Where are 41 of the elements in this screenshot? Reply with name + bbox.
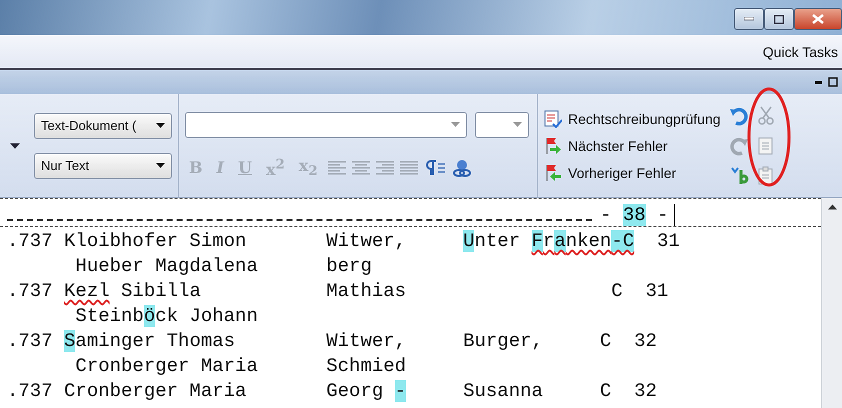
caret-icon (156, 123, 165, 128)
text-line: Steinböck Johann (74, 304, 259, 329)
close-icon (812, 14, 824, 24)
spelling-icon[interactable] (728, 166, 749, 186)
text-mode-dropdown[interactable]: Nur Text (34, 152, 172, 178)
scissors-icon[interactable] (756, 106, 775, 126)
link-icon[interactable] (452, 158, 472, 176)
command-button[interactable]: Rechtschreibungprüfung (544, 110, 721, 128)
text-line: .737 Kezl Sibilla Mathias C 31 (7, 279, 670, 304)
command-button[interactable]: Vorheriger Fehler (544, 164, 721, 182)
caret-icon (451, 122, 460, 128)
maximize-icon (774, 14, 784, 24)
scroll-up-icon[interactable] (828, 204, 836, 210)
redo-icon[interactable] (728, 136, 749, 156)
minimize-icon (744, 17, 754, 21)
text-line: .737 Saminger Thomas Witwer, Burger, C 32 (7, 329, 658, 354)
copy-icon[interactable] (756, 136, 775, 156)
scrollbar[interactable] (821, 198, 842, 408)
caret-icon (513, 122, 522, 128)
page-number: - 38 - (600, 204, 676, 226)
document-check-icon (544, 110, 562, 128)
maximize-icon[interactable] (828, 77, 838, 87)
document-type-dropdown[interactable]: Text-Dokument ( (34, 112, 172, 138)
close-button[interactable] (794, 8, 842, 30)
caret-icon[interactable] (10, 142, 20, 148)
text-line: .737 Kloibhofer Simon Witwer, Unter Franken-C 31 (7, 229, 681, 254)
minimize-button[interactable] (734, 8, 764, 30)
minimize-icon[interactable] (815, 80, 822, 84)
paragraph-icon[interactable] (424, 160, 446, 176)
flag-arrow-icon (544, 164, 562, 182)
text-line: Cronberger Maria Schmied (74, 354, 408, 379)
text-line: Hueber Magdalena berg (74, 254, 373, 279)
font-family-dropdown[interactable] (185, 112, 467, 138)
text-line: .737 Cronberger Maria Georg - Susanna C 32 (7, 379, 658, 404)
command-button[interactable]: Nächster Fehler (544, 136, 721, 154)
font-size-dropdown[interactable] (475, 112, 529, 138)
caret-icon (156, 163, 165, 168)
undo-icon[interactable] (728, 106, 749, 126)
flag-arrow-icon (544, 136, 562, 154)
menu-item[interactable]: Quick Tasks (762, 44, 838, 60)
maximize-button[interactable] (764, 8, 794, 30)
